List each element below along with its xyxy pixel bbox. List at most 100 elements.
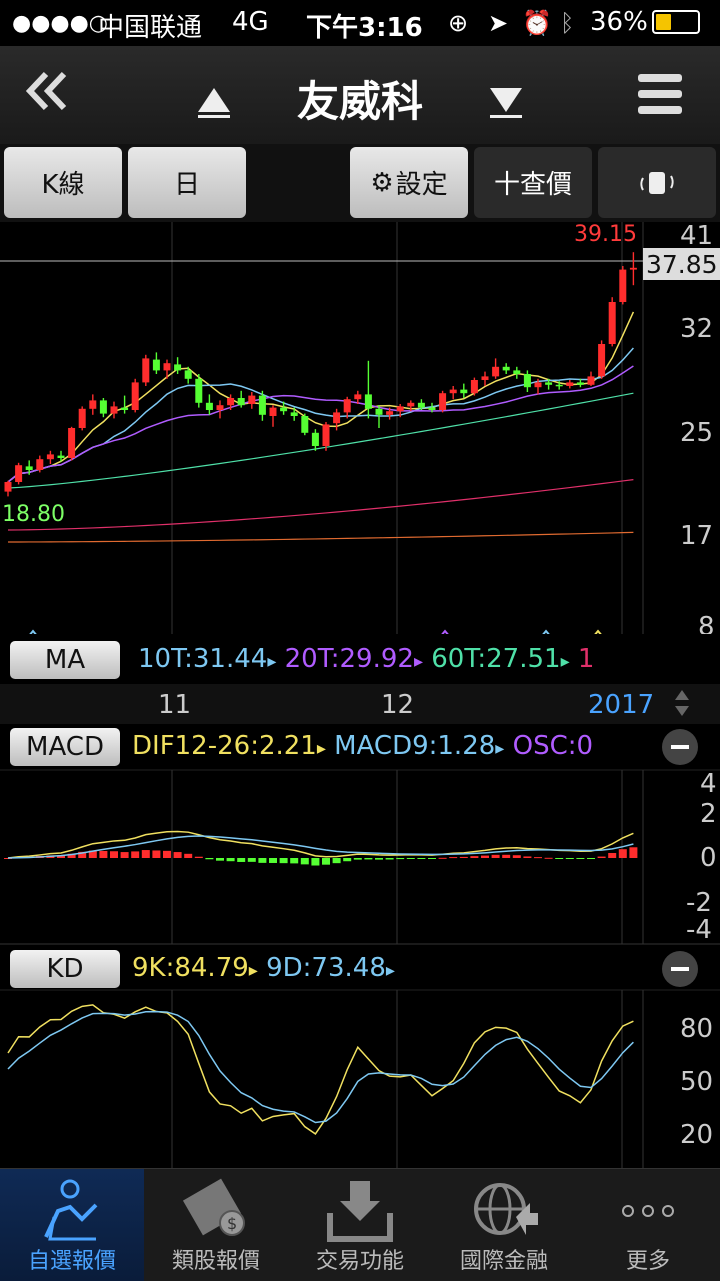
candle-body <box>311 432 319 446</box>
macd-y-tick: 2 <box>700 799 717 829</box>
macd-bar <box>396 858 405 860</box>
double-chevron-left-icon <box>25 71 67 111</box>
carrier-name: 中国联通 <box>98 13 203 43</box>
more-dots-icon <box>622 1205 674 1217</box>
macd-bar <box>512 855 521 858</box>
tab-trade[interactable]: 交易功能 <box>288 1169 432 1281</box>
candle-body <box>364 394 372 409</box>
ma5-line <box>7 311 635 483</box>
settings-button[interactable]: ⚙ 設定 <box>350 147 468 218</box>
candle-body <box>502 366 510 371</box>
tab-sector-quotes[interactable]: $ 類股報價 <box>144 1169 288 1281</box>
candle-body <box>619 269 627 302</box>
macd-bar <box>555 858 564 859</box>
macd-indicator-button[interactable]: MACD <box>10 728 120 766</box>
rotate-button[interactable] <box>598 147 716 218</box>
candle-body <box>481 376 489 380</box>
location-icon: ➤ <box>488 9 509 37</box>
macd-bar <box>226 858 235 862</box>
collapse-macd-button[interactable] <box>662 729 698 765</box>
kline-button[interactable]: K線 <box>4 147 122 218</box>
candle-body <box>375 408 383 415</box>
kd-indicator-button[interactable]: KD <box>10 950 120 988</box>
macd-bar <box>385 858 394 860</box>
macd-bar <box>353 858 362 860</box>
candle-body <box>36 459 44 470</box>
macd-legend: DIF12-26:2.21▸ MACD9:1.28▸ OSC:0 <box>132 731 594 761</box>
macd-bar <box>269 858 277 863</box>
macd-bar <box>523 856 532 858</box>
candle-body <box>131 382 139 410</box>
collapse-kd-button[interactable] <box>662 951 698 987</box>
macd-bar <box>417 858 426 859</box>
triangle-up-icon <box>198 88 230 118</box>
candle-body <box>545 382 553 385</box>
tab-label: 國際金融 <box>459 1249 548 1274</box>
svg-text:$: $ <box>227 1214 237 1233</box>
menu-button[interactable] <box>636 72 684 129</box>
candle-body <box>99 400 107 414</box>
macd-bar <box>99 850 108 858</box>
toolbar: K線 日 ⚙ 設定 十查價 <box>0 144 720 222</box>
macd-bar <box>311 858 320 866</box>
candle-body <box>258 395 266 415</box>
candle-body <box>280 407 288 412</box>
candle-body <box>386 411 394 415</box>
high-price-label: 39.15 <box>574 222 637 247</box>
triangle-down-icon <box>490 88 522 118</box>
status-bar: ●●●●○ 中国联通 4G 下午3:16 ⊕ ➤ ⏰ ᛒ 36% <box>0 0 720 46</box>
tab-more[interactable]: 更多 <box>576 1169 720 1281</box>
tab-label: 類股報價 <box>171 1249 260 1274</box>
candle-body <box>68 428 76 458</box>
tab-watchlist[interactable]: 自選報價 <box>0 1169 144 1281</box>
ma-indicator-button[interactable]: MA <box>10 641 120 679</box>
candle-body <box>15 465 23 482</box>
macd-bar <box>343 858 352 862</box>
macd-bar <box>141 850 150 858</box>
macd-bar <box>322 858 330 865</box>
next-stock-button[interactable] <box>488 80 524 131</box>
candle-body <box>555 384 563 387</box>
candle-body <box>407 402 415 407</box>
tab-international[interactable]: 國際金融 <box>432 1169 576 1281</box>
period-button[interactable]: 日 <box>128 147 246 218</box>
candle-body <box>142 358 150 383</box>
macd-bar <box>364 858 373 860</box>
candle-body <box>608 302 616 344</box>
candle-body <box>121 407 129 410</box>
macd-bar <box>438 857 447 859</box>
candle-body <box>587 376 595 385</box>
candle-body <box>417 402 425 408</box>
macd-dif-value: DIF12-26:2.21 <box>132 731 317 761</box>
macd-bar <box>216 858 224 861</box>
chart-area[interactable]: 41 32 25 17 8 37.85 39.15 18.80 11 12 20… <box>0 222 720 1168</box>
candle-body <box>290 412 298 416</box>
hamburger-menu-icon <box>638 74 682 114</box>
network-type: 4G <box>232 7 269 37</box>
candle-body <box>301 416 309 433</box>
macd-bar <box>152 850 161 858</box>
candle-body <box>428 407 436 410</box>
ma20-value: 20T:29.92 <box>284 644 414 674</box>
candle-body <box>152 359 160 371</box>
ma60-value: 60T:27.51 <box>431 644 561 674</box>
quote-button[interactable]: 十查價 <box>474 147 592 218</box>
kd-legend: 9K:84.79▸ 9D:73.48▸ <box>132 953 395 983</box>
ma-long-line <box>7 479 634 531</box>
candle-body <box>343 399 351 413</box>
prev-stock-button[interactable] <box>196 80 232 131</box>
y-tick: 25 <box>680 418 713 448</box>
tab-label: 交易功能 <box>315 1249 404 1274</box>
settings-label: 設定 <box>395 170 448 200</box>
candle-body <box>78 408 86 428</box>
bottom-tab-bar: 自選報價 $ 類股報價 交易功能 國際金融 更多 <box>0 1168 720 1281</box>
clock-time: 下午3:16 <box>306 13 423 43</box>
macd-bar <box>459 856 468 858</box>
back-button[interactable] <box>22 66 72 127</box>
candle-body <box>460 389 468 394</box>
candle-body <box>174 364 182 371</box>
macd-bar <box>470 856 479 858</box>
kd-k-line <box>7 1004 634 1135</box>
candle-body <box>248 395 256 404</box>
candle-body <box>216 405 224 410</box>
